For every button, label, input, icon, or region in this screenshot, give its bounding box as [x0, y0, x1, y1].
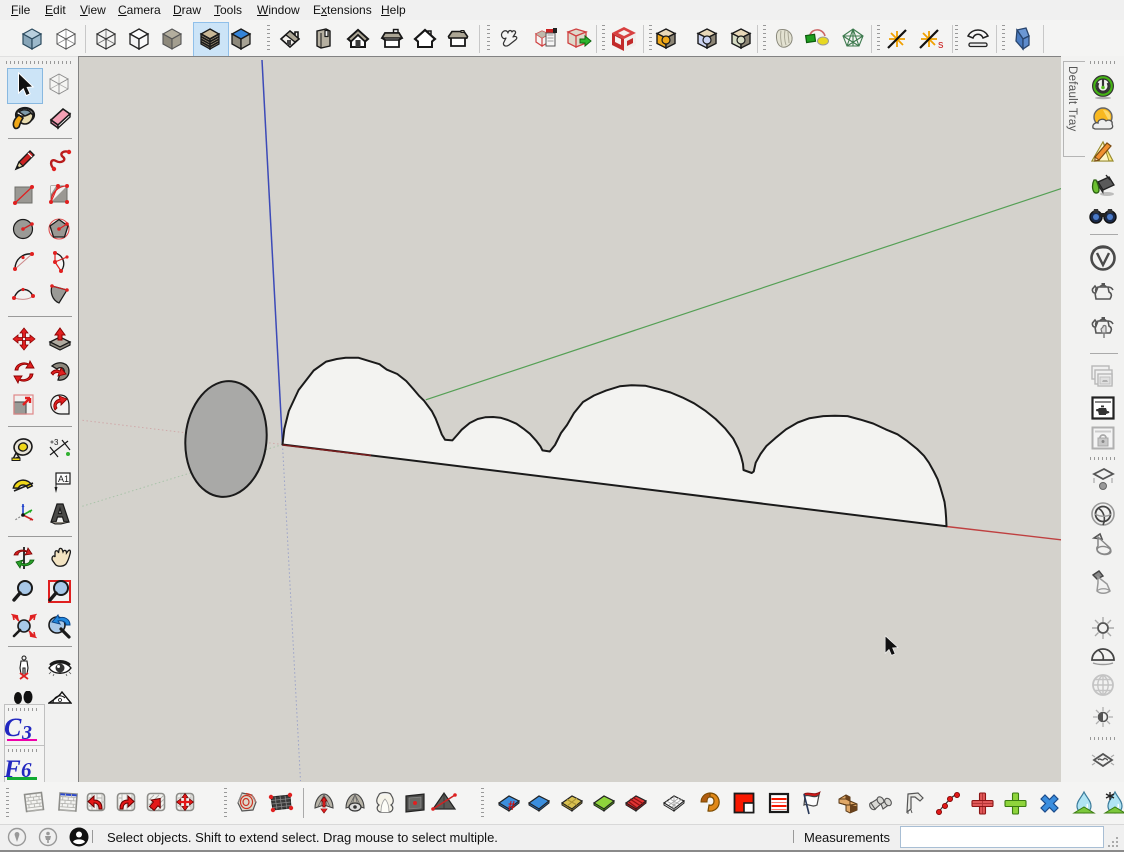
- svg-text:#: #: [508, 798, 516, 813]
- svg-text:s: s: [938, 39, 944, 51]
- svg-text:C: C: [4, 713, 22, 741]
- svg-text:3: 3: [54, 438, 59, 447]
- svg-text:A1: A1: [58, 474, 69, 484]
